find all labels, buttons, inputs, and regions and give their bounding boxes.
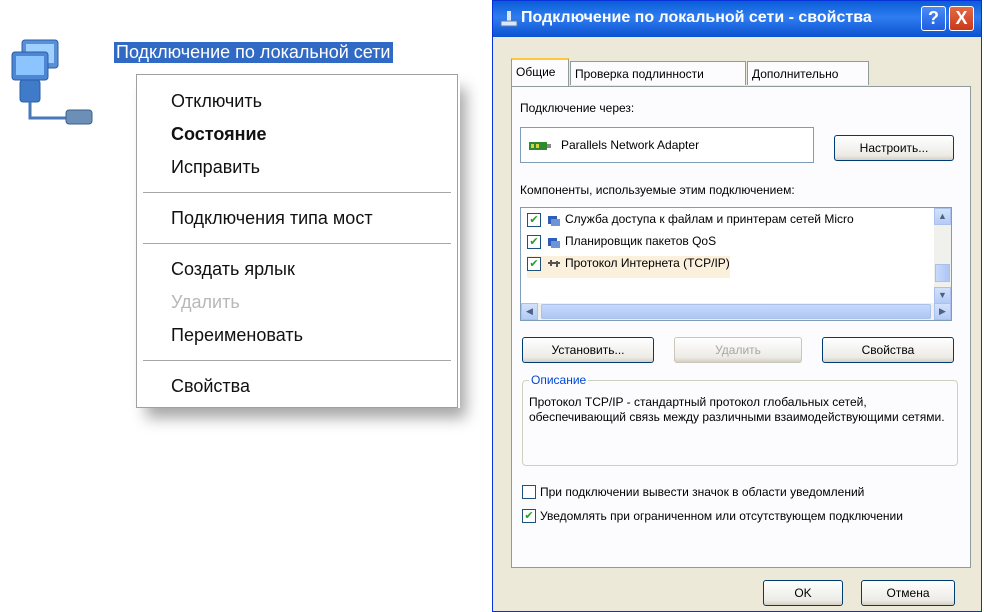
show-icon-label: При подключении вывести значок в области… (540, 485, 865, 499)
notify-checkbox[interactable] (522, 509, 536, 523)
list-item-selected[interactable]: Протокол Интернета (TCP/IP) (527, 256, 730, 278)
component-label: Планировщик пакетов QoS (565, 234, 717, 248)
tab-advanced[interactable]: Дополнительно (747, 61, 869, 85)
description-group: Описание Протокол TCP/IP - стандартный п… (522, 373, 958, 466)
notify-option[interactable]: Уведомлять при ограниченном или отсутств… (522, 509, 960, 524)
service-icon (547, 213, 561, 227)
menu-item-disable[interactable]: Отключить (137, 85, 457, 118)
vertical-scrollbar[interactable]: ▲ ▼ (934, 208, 951, 304)
close-button[interactable]: X (949, 6, 974, 31)
title-bar[interactable]: Подключение по локальной сети - свойства… (493, 1, 981, 37)
horizontal-scroll-thumb[interactable] (541, 304, 931, 319)
adapter-box: Parallels Network Adapter (520, 127, 814, 163)
menu-item-properties[interactable]: Свойства (137, 370, 457, 403)
ok-button[interactable]: OK (763, 580, 843, 606)
list-item[interactable]: Планировщик пакетов QoS (527, 234, 716, 256)
menu-item-create-shortcut[interactable]: Создать ярлык (137, 253, 457, 286)
component-label: Служба доступа к файлам и принтерам сете… (565, 212, 854, 226)
network-icon (499, 10, 519, 28)
context-menu: Отключить Состояние Исправить Подключени… (136, 74, 458, 408)
properties-button[interactable]: Свойства (822, 337, 954, 363)
install-button[interactable]: Установить... (522, 337, 654, 363)
components-label: Компоненты, используемые этим подключени… (520, 183, 795, 197)
configure-button[interactable]: Настроить... (834, 135, 954, 161)
tab-general[interactable]: Общие (511, 58, 569, 87)
help-button[interactable]: ? (921, 6, 946, 31)
menu-separator (143, 243, 451, 244)
connect-using-label: Подключение через: (520, 101, 635, 115)
component-checkbox[interactable] (527, 234, 541, 249)
protocol-icon (547, 257, 561, 271)
icon-label-text: Подключение по локальной сети (114, 42, 393, 63)
menu-item-rename[interactable]: Переименовать (137, 319, 457, 352)
menu-item-status[interactable]: Состояние (137, 118, 457, 151)
list-item[interactable]: Служба доступа к файлам и принтерам сете… (527, 212, 854, 234)
component-checkbox[interactable] (527, 212, 541, 227)
service-icon (547, 235, 561, 249)
menu-item-delete: Удалить (171, 292, 240, 312)
show-icon-option[interactable]: При подключении вывести значок в области… (522, 485, 960, 500)
menu-separator (143, 360, 451, 361)
horizontal-scrollbar[interactable]: ◀ ▶ (521, 303, 951, 320)
properties-dialog: Подключение по локальной сети - свойства… (492, 0, 982, 612)
show-icon-checkbox[interactable] (522, 485, 536, 499)
cancel-button[interactable]: Отмена (861, 580, 955, 606)
remove-button: Удалить (674, 337, 802, 363)
network-connection-label[interactable]: Подключение по локальной сети (114, 42, 396, 63)
description-text: Протокол TCP/IP - стандартный протокол г… (529, 395, 945, 424)
adapter-name: Parallels Network Adapter (561, 138, 700, 152)
scroll-up-icon[interactable]: ▲ (934, 208, 951, 225)
network-adapter-icon (529, 139, 551, 151)
scroll-down-icon[interactable]: ▼ (934, 287, 951, 304)
scroll-left-icon[interactable]: ◀ (521, 303, 538, 320)
dialog-title: Подключение по локальной сети - свойства (521, 9, 872, 26)
vertical-scroll-thumb[interactable] (935, 264, 950, 282)
general-tab-pane: Подключение через: Parallels Network Ada… (511, 86, 971, 568)
menu-separator (143, 192, 451, 193)
menu-item-repair[interactable]: Исправить (137, 151, 457, 184)
tab-authentication[interactable]: Проверка подлинности (570, 61, 746, 85)
component-checkbox[interactable] (527, 256, 541, 271)
components-list[interactable]: Служба доступа к файлам и принтерам сете… (520, 207, 952, 321)
menu-item-bridge-connections[interactable]: Подключения типа мост (137, 202, 457, 235)
notify-label: Уведомлять при ограниченном или отсутств… (540, 509, 903, 523)
network-connection-icon[interactable] (8, 38, 108, 130)
description-title: Описание (529, 373, 589, 387)
scroll-right-icon[interactable]: ▶ (934, 303, 951, 320)
component-label: Протокол Интернета (TCP/IP) (565, 256, 730, 270)
